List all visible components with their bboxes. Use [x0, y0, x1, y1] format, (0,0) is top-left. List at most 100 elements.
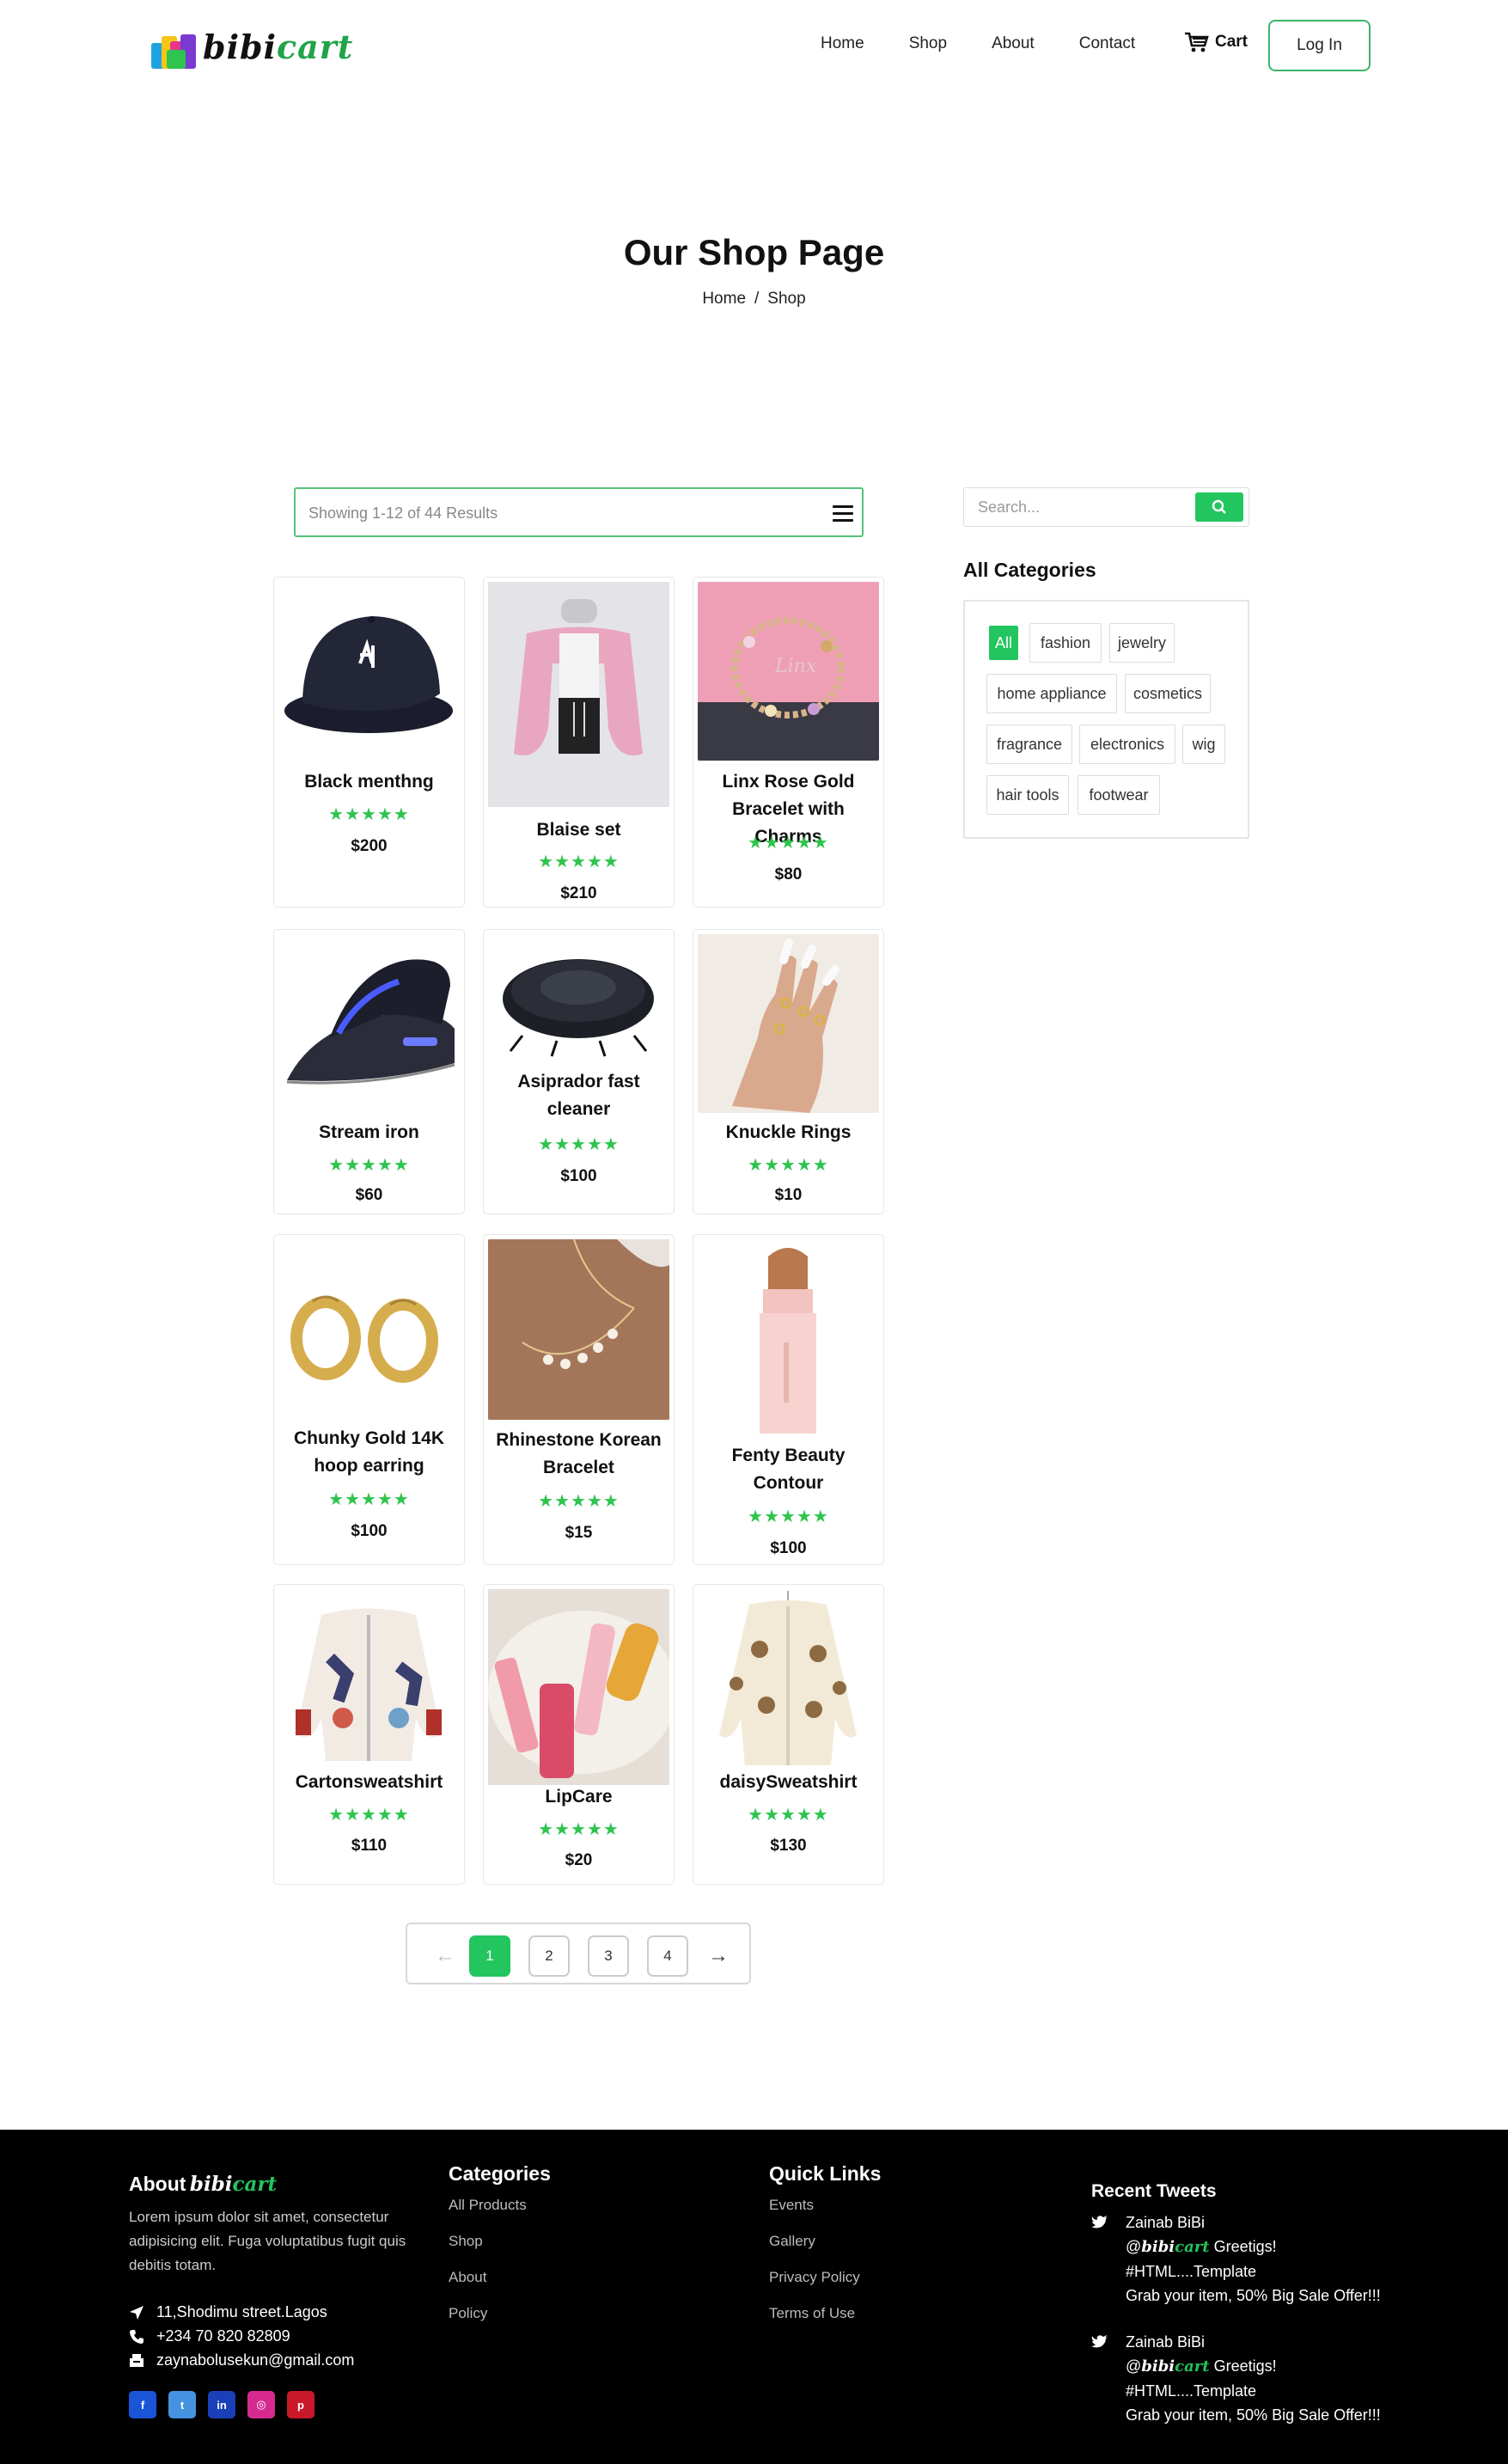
pinterest-icon[interactable]: p — [287, 2391, 314, 2418]
footer-phone: +234 70 820 82809 — [129, 2327, 290, 2345]
page-4-button[interactable]: 4 — [647, 1935, 688, 1977]
product-price: $100 — [351, 1522, 388, 1540]
nav-about[interactable]: About — [992, 34, 1035, 53]
product-card[interactable]: Rhinestone Korean Bracelet ★★★★★ $15 — [483, 1234, 675, 1565]
breadcrumb-home[interactable]: Home — [702, 290, 746, 308]
footer-link-all-products[interactable]: All Products — [449, 2187, 551, 2223]
phone-icon — [130, 2329, 143, 2344]
product-image-daisy-cardigan[interactable] — [698, 1589, 879, 1771]
category-tag-footwear[interactable]: footwear — [1078, 775, 1160, 815]
product-name[interactable]: Cartonsweatshirt — [274, 1769, 464, 1796]
footer-address: 11,Shodimu street.Lagos — [129, 2303, 327, 2321]
product-name[interactable]: Rhinestone Korean Bracelet — [484, 1427, 674, 1482]
footer-link-policy[interactable]: Policy — [449, 2296, 551, 2332]
product-name[interactable]: Knuckle Rings — [693, 1119, 883, 1146]
tweet-text: Grab your item, 50% Big Sale Offer!!! — [1126, 2406, 1381, 2424]
next-page-button[interactable]: → — [698, 1935, 739, 1977]
product-image-robot-vacuum[interactable] — [488, 934, 669, 1059]
category-tag-cosmetics[interactable]: cosmetics — [1125, 674, 1211, 713]
product-name[interactable]: Fenty Beauty Contour — [693, 1442, 883, 1497]
nav-shop[interactable]: Shop — [909, 34, 947, 53]
category-tag-fashion[interactable]: fashion — [1029, 623, 1102, 663]
product-name[interactable]: Blaise set — [484, 816, 674, 844]
category-tag-home-appliance[interactable]: home appliance — [986, 674, 1117, 713]
category-tag-wig[interactable]: wig — [1182, 725, 1225, 764]
footer-logo: bibicart — [190, 2173, 277, 2196]
footer-link-events[interactable]: Events — [769, 2187, 881, 2223]
product-name[interactable]: daisySweatshirt — [693, 1769, 883, 1796]
category-tag-jewelry[interactable]: jewelry — [1109, 623, 1175, 663]
logo-text: bibicart — [203, 28, 353, 66]
tweet-handle-line: @bibicart Greetigs! — [1126, 2354, 1418, 2379]
product-card[interactable]: daisySweatshirt ★★★★★ $130 — [693, 1584, 884, 1885]
product-image-cap[interactable] — [278, 582, 460, 754]
product-card[interactable]: Blaise set ★★★★★ $210 — [483, 577, 675, 908]
page-title: Our Shop Page — [623, 232, 885, 272]
product-name[interactable]: Chunky Gold 14K hoop earring — [274, 1425, 464, 1480]
product-name[interactable]: Asiprador fast cleaner — [484, 1068, 674, 1123]
product-image-rings[interactable] — [698, 934, 879, 1113]
product-price: $60 — [355, 1186, 383, 1204]
product-name[interactable]: LipCare — [484, 1783, 674, 1811]
product-price: $210 — [560, 884, 597, 902]
product-card[interactable]: Fenty Beauty Contour ★★★★★ $100 — [693, 1234, 884, 1565]
product-image-rhinestone[interactable] — [488, 1239, 669, 1420]
tweet-logo: bibicart — [1141, 2238, 1209, 2256]
product-card[interactable]: LipCare ★★★★★ $20 — [483, 1584, 675, 1885]
rating-stars: ★★★★★ — [328, 1490, 410, 1509]
product-image-hoops[interactable] — [278, 1239, 460, 1418]
footer-link-privacy[interactable]: Privacy Policy — [769, 2259, 881, 2296]
tweet-logo-part2: cart — [1175, 2238, 1210, 2256]
pagination: ← 1 2 3 4 → — [406, 1923, 751, 1984]
product-card[interactable]: Knuckle Rings ★★★★★ $10 — [693, 929, 884, 1214]
search-input[interactable] — [978, 498, 1184, 517]
footer-link-about[interactable]: About — [449, 2259, 551, 2296]
product-name[interactable]: Stream iron — [274, 1119, 464, 1146]
category-tag-all[interactable]: All — [989, 626, 1018, 660]
product-card[interactable]: Asiprador fast cleaner ★★★★★ $100 — [483, 929, 675, 1214]
footer-email[interactable]: zaynabolusekun@gmail.com — [129, 2351, 354, 2369]
nav-contact[interactable]: Contact — [1079, 34, 1135, 53]
site-logo[interactable]: bibicart — [150, 22, 353, 70]
footer-link-terms[interactable]: Terms of Use — [769, 2296, 881, 2332]
rating-stars: ★★★★★ — [748, 1806, 829, 1825]
page-3-button[interactable]: 3 — [588, 1935, 629, 1977]
twitter-icon[interactable]: t — [168, 2391, 196, 2418]
product-image-iron[interactable] — [278, 934, 460, 1113]
categories-box: All fashion jewelry home appliance cosme… — [963, 600, 1249, 839]
prev-page-button[interactable]: ← — [424, 1935, 466, 1977]
hamburger-icon[interactable] — [833, 505, 853, 523]
category-tag-electronics[interactable]: electronics — [1079, 725, 1175, 764]
facebook-icon[interactable]: f — [129, 2391, 156, 2418]
twitter-bird-icon — [1091, 2216, 1108, 2229]
linkedin-icon[interactable]: in — [208, 2391, 235, 2418]
product-card[interactable]: Cartonsweatshirt ★★★★★ $110 — [273, 1584, 465, 1885]
product-name[interactable]: Black menthng — [274, 768, 464, 796]
product-price: $110 — [351, 1837, 388, 1855]
tweet-handle-prefix: @ — [1126, 2357, 1142, 2375]
category-tag-hair-tools[interactable]: hair tools — [986, 775, 1069, 815]
cart-link[interactable]: Cart — [1184, 31, 1248, 53]
page-1-button[interactable]: 1 — [469, 1935, 510, 1977]
categories-title: All Categories — [963, 559, 1096, 581]
product-image-bracelet[interactable]: Linx — [698, 582, 879, 761]
footer-link-shop[interactable]: Shop — [449, 2223, 551, 2259]
product-card[interactable]: Chunky Gold 14K hoop earring ★★★★★ $100 — [273, 1234, 465, 1565]
footer-categories: Categories All Products Shop About Polic… — [449, 2162, 551, 2332]
search-button[interactable] — [1195, 492, 1243, 522]
page-2-button[interactable]: 2 — [528, 1935, 570, 1977]
results-toolbar: Showing 1-12 of 44 Results — [294, 487, 864, 537]
nav-home[interactable]: Home — [821, 34, 864, 53]
instagram-icon[interactable]: ◎ — [247, 2391, 275, 2418]
product-image-cartoon-cardigan[interactable] — [278, 1589, 460, 1771]
product-image-lipcare[interactable] — [488, 1589, 669, 1785]
footer-link-gallery[interactable]: Gallery — [769, 2223, 881, 2259]
tweet-greeting: Greetigs! — [1213, 2357, 1277, 2375]
product-card[interactable]: Stream iron ★★★★★ $60 — [273, 929, 465, 1214]
product-image-contour[interactable] — [698, 1239, 879, 1437]
category-tag-fragrance[interactable]: fragrance — [986, 725, 1072, 764]
product-image-pink-set[interactable] — [488, 582, 669, 807]
product-card[interactable]: Linx Linx Rose Gold Bracelet with Charms… — [693, 577, 884, 908]
login-button[interactable]: Log In — [1268, 20, 1371, 71]
product-card[interactable]: Black menthng ★★★★★ $200 — [273, 577, 465, 908]
